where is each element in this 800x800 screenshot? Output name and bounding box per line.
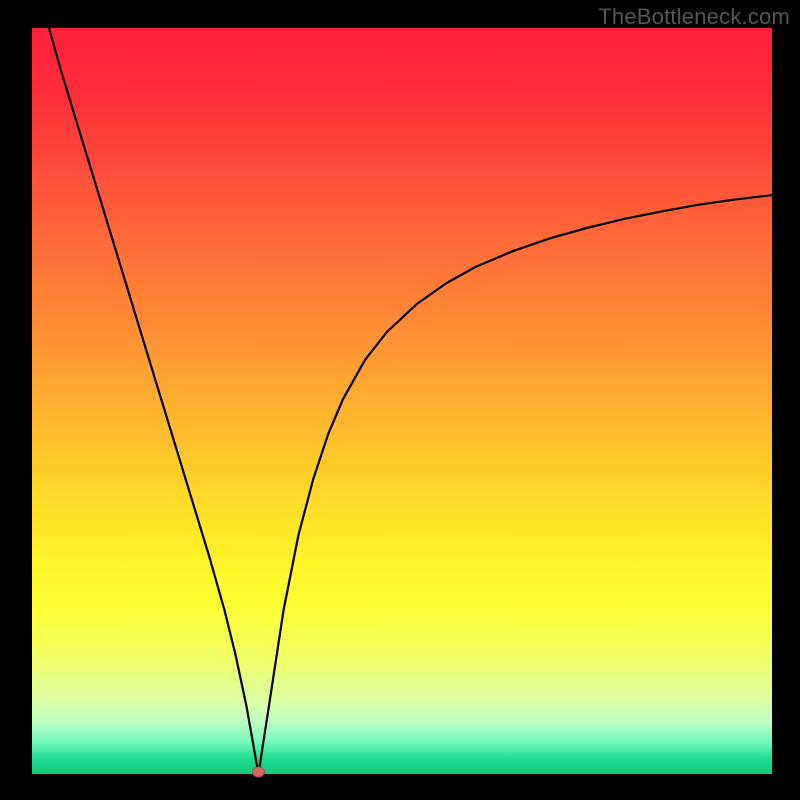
optimal-point-marker xyxy=(252,767,264,777)
bottleneck-chart xyxy=(0,0,800,800)
plot-background xyxy=(32,28,772,774)
chart-root: TheBottleneck.com xyxy=(0,0,800,800)
watermark-text: TheBottleneck.com xyxy=(598,4,790,30)
